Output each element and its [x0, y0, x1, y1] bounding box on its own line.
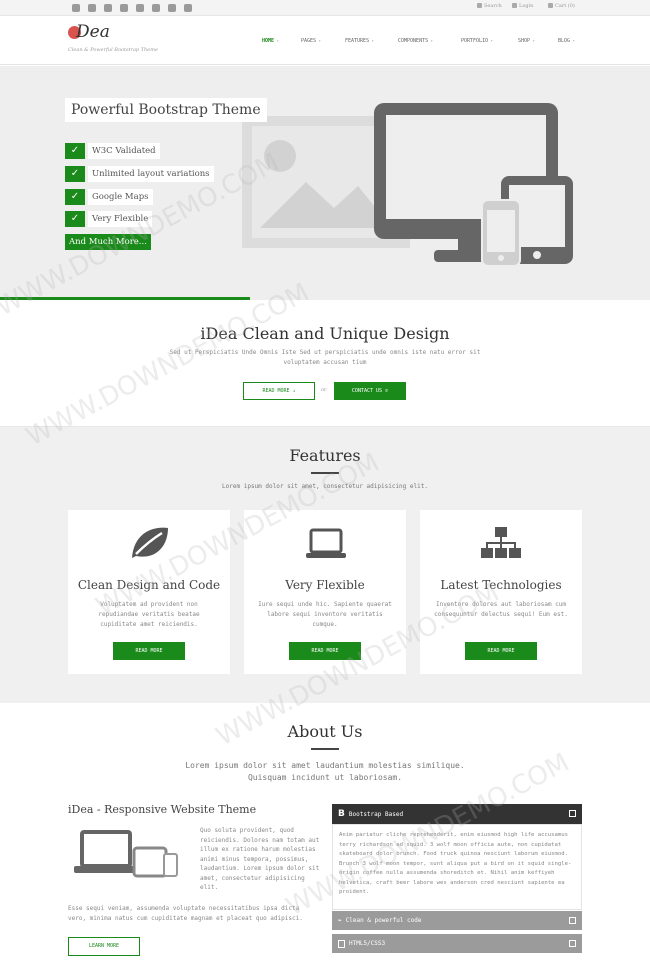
feature-read-more-button[interactable]: READ MORE: [465, 642, 537, 660]
hero-feature-label: Very Flexible: [88, 211, 153, 227]
accordion-body: Anim pariatur cliche reprehenderit, enim…: [332, 824, 582, 910]
or-separator: or: [321, 387, 327, 393]
accordion-header-bootstrap[interactable]: B Bootstrap Based: [332, 804, 582, 824]
logo-tagline: Clean & Powerful Bootstrap Theme: [68, 47, 158, 53]
hero-feature-label: Unlimited layout variations: [88, 166, 214, 182]
feature-card-title: Very Flexible: [285, 578, 365, 592]
nav-pages[interactable]: PAGES: [301, 38, 321, 44]
features-subtitle: Lorem ipsum dolor sit amet, consectetur …: [222, 483, 428, 490]
hero-title: Powerful Bootstrap Theme: [65, 98, 267, 122]
accordion-label: Clean & powerful code: [345, 917, 422, 924]
nav-home[interactable]: HOME: [262, 38, 279, 44]
title-divider: [311, 472, 339, 474]
nav-portfolio[interactable]: PORTFOLIO: [461, 38, 493, 44]
phone-icon: ✆: [385, 388, 389, 394]
hero-feature-label: Google Maps: [88, 189, 153, 205]
read-more-label: READ MORE: [262, 388, 290, 394]
contact-us-label: CONTACT US: [351, 388, 383, 394]
nav-components[interactable]: COMPONENTS: [398, 38, 433, 44]
login-label: Login: [519, 3, 534, 9]
devices-illustration: [242, 103, 573, 267]
google-plus-icon[interactable]: [120, 4, 128, 12]
expand-icon[interactable]: [569, 940, 576, 947]
facebook-icon[interactable]: [168, 4, 176, 12]
accordion-header-clean-code[interactable]: ❧ Clean & powerful code: [332, 911, 582, 930]
youtube-icon[interactable]: [136, 4, 144, 12]
intro-title: iDea Clean and Unique Design: [200, 324, 450, 343]
hero-feature-label: W3C Validated: [88, 143, 160, 159]
cart-link[interactable]: Cart (0): [548, 3, 575, 9]
feature-card-title: Latest Technologies: [440, 578, 562, 592]
pinterest-icon[interactable]: [184, 4, 192, 12]
nav-shop[interactable]: SHOP: [518, 38, 535, 44]
check-icon: ✓: [65, 143, 85, 159]
about-paragraph: Esse sequi veniam, assumenda voluptate n…: [68, 905, 303, 922]
feature-card: Very Flexible Iure sequi unde hic. Sapie…: [244, 510, 406, 674]
feature-read-more-button[interactable]: READ MORE: [113, 642, 185, 660]
check-icon: ✓: [65, 211, 85, 227]
slider-progress-bar: [0, 297, 250, 300]
contact-us-button[interactable]: CONTACT US ✆: [334, 382, 406, 400]
bootstrap-icon: B: [338, 809, 345, 819]
about-heading: iDea - Responsive Website Theme: [68, 803, 257, 816]
sitemap-icon: [481, 527, 521, 558]
accordion-label: Bootstrap Based: [348, 811, 404, 818]
search-label: Search: [484, 3, 502, 9]
leaf-icon: [132, 527, 168, 558]
check-icon: ✓: [65, 189, 85, 205]
cart-icon: [548, 3, 553, 8]
feature-card-text: Inventore dolores aut laboriosam cum con…: [434, 601, 568, 618]
read-more-button[interactable]: READ MORE ↓: [243, 382, 315, 400]
top-bar: Search Login Cart (0): [0, 0, 650, 16]
feature-card-text: Iure sequi unde hic. Sapiente quaerat la…: [258, 601, 392, 628]
accordion-header-html5[interactable]: HTML5/CSS3: [332, 934, 582, 953]
linkedin-icon[interactable]: [104, 4, 112, 12]
accordion-label: HTML5/CSS3: [349, 940, 386, 947]
collapse-icon[interactable]: [569, 810, 576, 817]
intro-subtitle: Sed ut Perspiciatis Unde Omnis Iste Sed …: [169, 349, 481, 366]
learn-more-button[interactable]: LEARN MORE: [68, 937, 140, 956]
title-divider: [311, 748, 339, 750]
about-column-text: Quo soluta provident, quod reiciendis. D…: [200, 827, 320, 891]
flickr-icon[interactable]: [152, 4, 160, 12]
feature-card-title: Clean Design and Code: [77, 578, 221, 592]
features-title: Features: [289, 446, 361, 465]
cart-label: Cart (0): [555, 3, 575, 9]
much-more-link[interactable]: And Much More...: [65, 234, 151, 250]
nav-features[interactable]: FEATURES: [345, 38, 374, 44]
nav-blog[interactable]: BLOG: [558, 38, 575, 44]
arrow-down-icon: ↓: [292, 388, 296, 394]
logo-text[interactable]: Dea: [76, 22, 110, 42]
skype-icon[interactable]: [88, 4, 96, 12]
feature-card: Clean Design and Code Voluptatem ad prov…: [68, 510, 230, 674]
twitter-icon[interactable]: [72, 4, 80, 12]
about-subtitle: Lorem ipsum dolor sit amet laudantium mo…: [185, 761, 465, 782]
user-icon: [512, 3, 517, 8]
feature-card: Latest Technologies Inventore dolores au…: [420, 510, 582, 674]
feature-card-text: Voluptatem ad provident non repudiandae …: [98, 601, 200, 628]
feature-read-more-button[interactable]: READ MORE: [289, 642, 361, 660]
html5-icon: [338, 939, 345, 948]
laptop-icon: [306, 528, 346, 558]
check-icon: ✓: [65, 166, 85, 182]
search-link[interactable]: Search: [477, 3, 502, 9]
search-icon: [477, 3, 482, 8]
leaf-icon: ❧: [338, 917, 342, 924]
responsive-devices-icon: [74, 830, 178, 878]
login-link[interactable]: Login: [512, 3, 533, 9]
about-title: About Us: [287, 722, 363, 741]
expand-icon[interactable]: [569, 917, 576, 924]
